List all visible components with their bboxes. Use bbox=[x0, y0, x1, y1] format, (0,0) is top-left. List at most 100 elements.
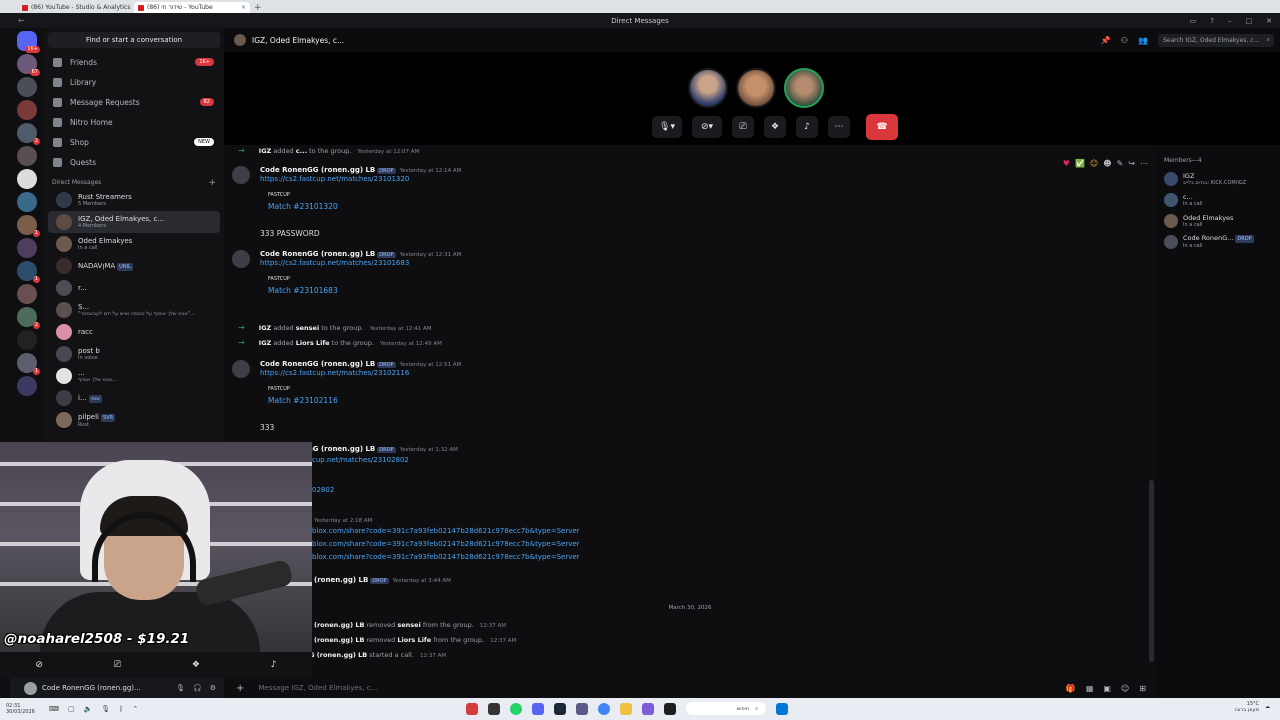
server-icon[interactable]: 1 bbox=[17, 261, 40, 283]
dm-item[interactable]: post b In voice bbox=[48, 343, 220, 365]
camera-off-icon[interactable]: ⊘ bbox=[35, 660, 43, 670]
username[interactable]: Code RonenGG (ronen.gg) LB bbox=[260, 250, 375, 258]
username[interactable]: Code RonenGG (ronen.gg) LB bbox=[260, 360, 375, 368]
server-icon[interactable] bbox=[17, 238, 37, 258]
username[interactable]: (ronen.gg) LB bbox=[314, 576, 368, 584]
dm-item[interactable]: pilpeli SVR Rust bbox=[48, 409, 220, 431]
server-icon[interactable] bbox=[17, 100, 37, 120]
message-input[interactable]: Message IGZ, Oded Elmakyes, c... bbox=[258, 684, 377, 692]
message-link[interactable]: blox.com/share?code=391c7a93feb02147b28d… bbox=[312, 539, 580, 550]
more-icon[interactable]: ⋯ bbox=[1140, 159, 1148, 168]
terminal-app-icon[interactable] bbox=[488, 702, 500, 715]
dm-item[interactable]: racc bbox=[48, 321, 220, 343]
activities-button[interactable]: ❖ bbox=[764, 116, 786, 138]
close-icon[interactable]: × bbox=[241, 4, 246, 11]
find-conversation-button[interactable]: Find or start a conversation bbox=[48, 32, 220, 48]
heart-reaction-icon[interactable]: ♥ bbox=[1063, 159, 1070, 168]
back-arrow-icon[interactable]: ← bbox=[18, 16, 25, 25]
check-reaction-icon[interactable]: ✅ bbox=[1075, 159, 1085, 168]
mic-icon[interactable]: 🎙 bbox=[101, 705, 110, 713]
emoji-reaction-icon[interactable]: ☺ bbox=[1090, 159, 1098, 168]
dm-item[interactable]: r... bbox=[48, 277, 220, 299]
whatsapp-app-icon[interactable] bbox=[510, 702, 522, 715]
message[interactable]: Code RonenGG (ronen.gg) LB DROP Yesterday … bbox=[232, 250, 461, 299]
file-explorer-icon[interactable] bbox=[620, 702, 632, 715]
soundboard-icon[interactable]: ♪ bbox=[271, 660, 277, 670]
server-icon[interactable] bbox=[17, 77, 37, 97]
dm-item[interactable]: i... שסוי bbox=[48, 387, 220, 409]
server-icon[interactable] bbox=[17, 192, 37, 212]
start-menu-icon[interactable] bbox=[776, 702, 788, 715]
call-participant-avatar[interactable] bbox=[688, 68, 728, 108]
message[interactable]: Code RonenGG (ronen.gg) LB DROP Yesterday … bbox=[232, 360, 461, 409]
dm-item[interactable]: ... אבא שלך אוסיף... bbox=[48, 365, 220, 387]
emoji-icon[interactable]: ☺ bbox=[1121, 684, 1129, 693]
user-name[interactable]: Code RonenGG (ronen.gg)... bbox=[42, 684, 141, 692]
chrome-app-icon[interactable] bbox=[598, 702, 610, 715]
nav-shop[interactable]: Shop NEW bbox=[44, 132, 224, 152]
server-icon[interactable] bbox=[17, 330, 37, 350]
server-icon[interactable]: 2 bbox=[17, 307, 40, 329]
edit-icon[interactable]: ✎ bbox=[1117, 159, 1124, 168]
minimize-button[interactable]: – bbox=[1228, 17, 1232, 25]
forward-icon[interactable]: ↪ bbox=[1128, 159, 1135, 168]
call-participant-avatar[interactable] bbox=[736, 68, 776, 108]
activities-icon[interactable]: ❖ bbox=[192, 660, 200, 670]
dm-item[interactable]: NADAVןMA UNIL bbox=[48, 255, 220, 277]
nav-friends[interactable]: Friends 1K+ bbox=[44, 52, 224, 72]
headphones-icon[interactable]: 🎧 bbox=[193, 684, 202, 692]
weather-icon[interactable]: ☁ bbox=[1265, 704, 1270, 710]
soundboard-button[interactable]: ♪ bbox=[796, 116, 818, 138]
attach-plus-icon[interactable]: + bbox=[236, 683, 244, 694]
server-icon[interactable] bbox=[17, 169, 37, 189]
nav-message-requests[interactable]: Message Requests 82 bbox=[44, 92, 224, 112]
gift-icon[interactable]: 🎁 bbox=[1066, 684, 1076, 693]
message-link[interactable]: blox.com/share?code=391c7a93feb02147b28d… bbox=[312, 552, 580, 563]
new-tab-button[interactable]: + bbox=[254, 3, 262, 13]
discord-app-icon[interactable] bbox=[532, 702, 544, 715]
add-friends-icon[interactable]: ⚇ bbox=[1121, 36, 1128, 45]
dm-item[interactable]: Rust Streamers 5 Members bbox=[48, 189, 220, 211]
app-icon[interactable] bbox=[576, 702, 588, 715]
server-icon[interactable]: 2 bbox=[17, 123, 40, 145]
dm-item[interactable]: Oded Elmakyes In a call bbox=[48, 233, 220, 255]
screen-share-button[interactable]: ⎚ bbox=[732, 116, 754, 138]
camera-button[interactable]: ⊘▾ bbox=[692, 116, 722, 138]
message-link[interactable]: https://cs2.fastcup.net/matches/23101320 bbox=[260, 174, 461, 185]
volume-icon[interactable]: 🔈 bbox=[84, 705, 93, 713]
embed-title[interactable]: 02802 bbox=[312, 485, 334, 496]
apps-icon[interactable]: ⊞ bbox=[1139, 684, 1146, 693]
nav-quests[interactable]: Quests bbox=[44, 152, 224, 172]
settings-gear-icon[interactable]: ⚙ bbox=[210, 684, 216, 692]
call-participant-avatar-speaking[interactable] bbox=[784, 68, 824, 108]
channel-title[interactable]: IGZ, Oded Elmakyes, c... bbox=[252, 36, 344, 45]
message-composer[interactable]: + Message IGZ, Oded Elmakyes, c... 🎁 ▦ ▣… bbox=[224, 678, 1156, 698]
server-icon[interactable] bbox=[17, 376, 37, 396]
taskbar-search[interactable]: חיפוש ⌕ bbox=[686, 702, 766, 715]
create-dm-icon[interactable]: + bbox=[208, 178, 216, 188]
server-icon[interactable]: 1 bbox=[17, 215, 40, 237]
maximize-button[interactable]: □ bbox=[1246, 17, 1253, 25]
bluetooth-icon[interactable]: ᛒ bbox=[119, 705, 123, 713]
nav-library[interactable]: Library bbox=[44, 72, 224, 92]
server-icon[interactable] bbox=[17, 146, 37, 166]
browser-tab-active[interactable]: (86) שידור חי - YouTube × bbox=[134, 2, 250, 13]
browser-tab[interactable]: (86) YouTube - Studio & Analytics × bbox=[18, 2, 134, 13]
member-item[interactable]: Oded Elmakyes In a call bbox=[1156, 210, 1280, 231]
embed-title[interactable]: Match #23101683 bbox=[268, 286, 461, 295]
mic-button[interactable]: 🎙▾ bbox=[652, 116, 682, 138]
message-link[interactable]: cup.net/matches/23102802 bbox=[312, 455, 409, 466]
language-icon[interactable]: ⌨ bbox=[49, 705, 59, 713]
more-options-button[interactable]: ⋯ bbox=[828, 116, 850, 138]
gif-icon[interactable]: ▦ bbox=[1086, 684, 1094, 693]
search-input[interactable]: Search IGZ, Oded Elmakyes, c... ⌕ bbox=[1158, 33, 1274, 47]
screen-share-icon[interactable]: ⎚ bbox=[114, 660, 121, 670]
message-link[interactable]: https://cs2.fastcup.net/matches/23101683 bbox=[260, 258, 461, 269]
mic-icon[interactable]: 🎙 bbox=[176, 684, 185, 692]
embed-title[interactable]: Match #23101320 bbox=[268, 202, 461, 211]
network-icon[interactable]: ▢ bbox=[68, 705, 75, 713]
app-icon[interactable] bbox=[642, 702, 654, 715]
message-link[interactable]: https://cs2.fastcup.net/matches/23102116 bbox=[260, 368, 461, 379]
home-button[interactable]: 1K+ bbox=[17, 31, 40, 53]
avatar[interactable] bbox=[24, 681, 37, 695]
